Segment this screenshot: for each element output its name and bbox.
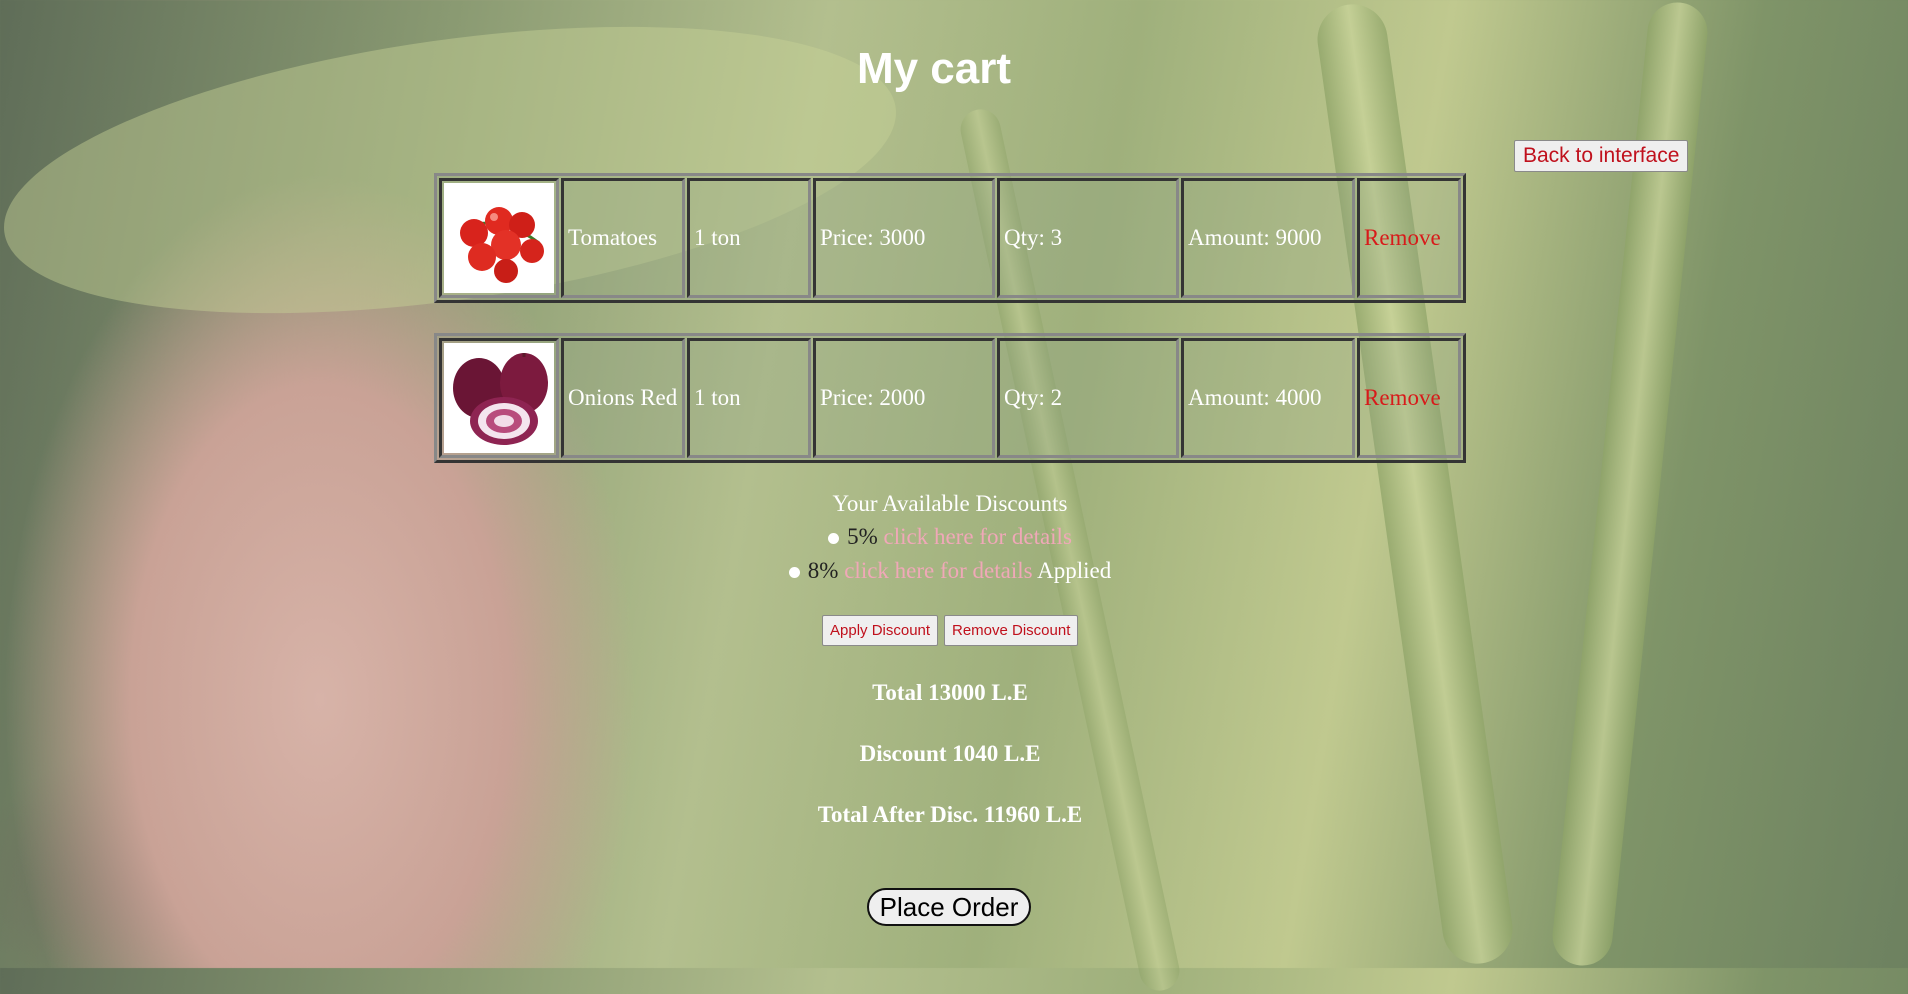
- remove-item-link[interactable]: Remove: [1364, 225, 1441, 250]
- item-unit: 1 ton: [687, 338, 811, 458]
- tomatoes-image: [444, 183, 554, 293]
- item-amount: Amount: 4000: [1181, 338, 1355, 458]
- item-remove-cell: Remove: [1357, 338, 1461, 458]
- discount-percent: 8%: [807, 558, 839, 583]
- cart-item-tomatoes: Tomatoes 1 ton Price: 3000 Qty: 3 Amount…: [434, 173, 1466, 303]
- discount-item: 5% click here for details: [0, 524, 1900, 550]
- apply-discount-button[interactable]: Apply Discount: [822, 615, 939, 646]
- place-order-button[interactable]: Place Order: [867, 888, 1031, 926]
- remove-discount-button[interactable]: Remove Discount: [944, 615, 1079, 646]
- discount-amount: Discount 1040 L.E: [859, 741, 1041, 766]
- discount-item: 8% click here for details Applied: [0, 558, 1900, 584]
- page-title: My cart: [856, 44, 1012, 93]
- cart-item-onions-red: Onions Red 1 ton Price: 2000 Qty: 2 Amou…: [434, 333, 1466, 463]
- discount-percent: 5%: [847, 524, 878, 549]
- item-remove-cell: Remove: [1357, 178, 1461, 298]
- discounts-heading: Your Available Discounts: [832, 491, 1068, 516]
- back-to-interface-button[interactable]: Back to interface: [1514, 140, 1689, 172]
- bullet-icon: [828, 533, 840, 544]
- discount-details-link[interactable]: click here for details: [844, 558, 1032, 583]
- item-qty: Qty: 2: [997, 338, 1179, 458]
- item-price: Price: 2000: [813, 338, 995, 458]
- item-image-cell: [439, 338, 559, 458]
- discount-status: Applied: [1037, 558, 1112, 583]
- red-onions-image: [444, 343, 554, 453]
- discount-details-link[interactable]: click here for details: [884, 524, 1072, 549]
- item-amount: Amount: 9000: [1181, 178, 1355, 298]
- item-qty: Qty: 3: [997, 178, 1179, 298]
- total-after-discount: Total After Disc. 11960 L.E: [817, 802, 1083, 827]
- total-amount: Total 13000 L.E: [872, 680, 1028, 705]
- item-name: Onions Red: [561, 338, 685, 458]
- remove-item-link[interactable]: Remove: [1364, 385, 1441, 410]
- bullet-icon: [788, 567, 800, 578]
- item-unit: 1 ton: [687, 178, 811, 298]
- item-price: Price: 3000: [813, 178, 995, 298]
- item-image-cell: [439, 178, 559, 298]
- item-name: Tomatoes: [561, 178, 685, 298]
